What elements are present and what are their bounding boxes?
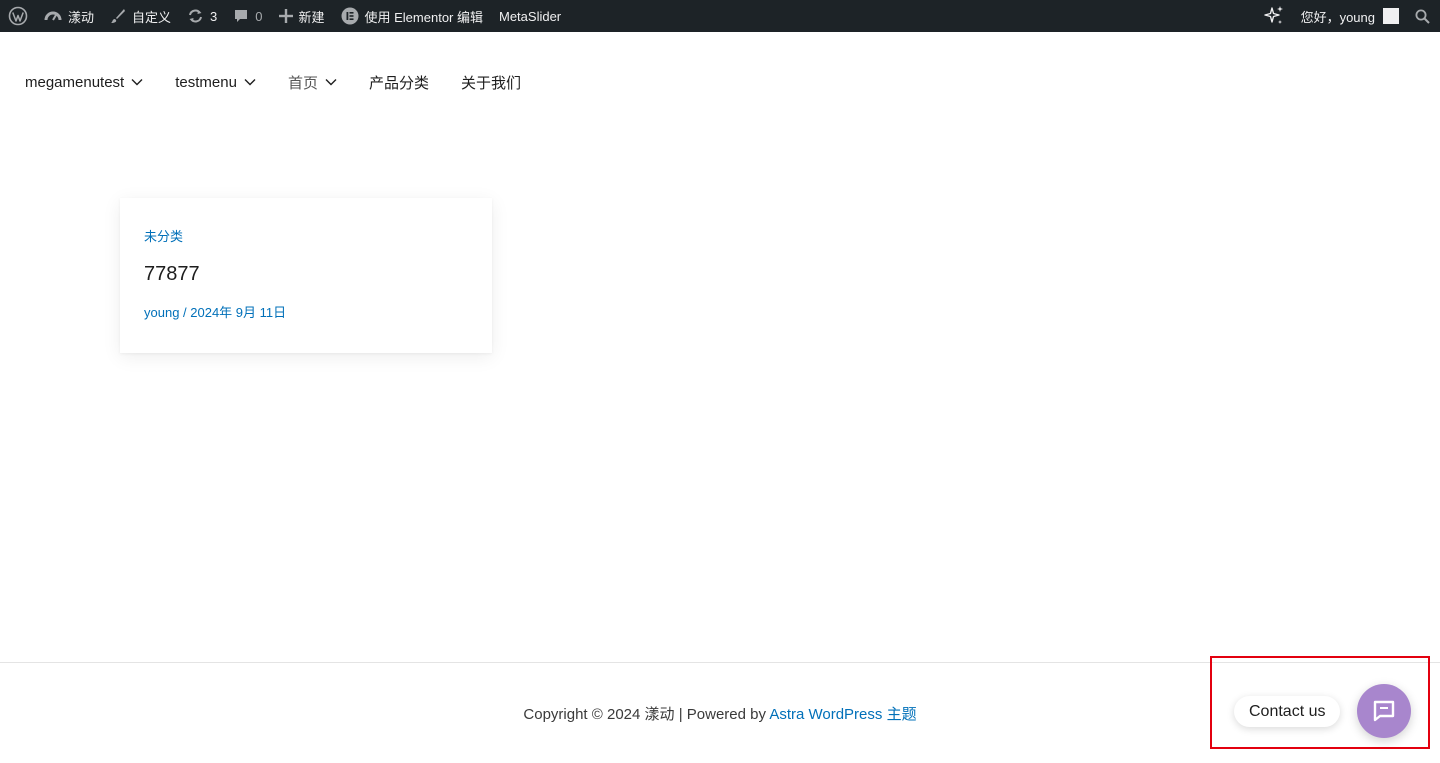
updates-count: 3 bbox=[210, 8, 218, 24]
metaslider-label: MetaSlider bbox=[499, 8, 562, 24]
chat-bubble-icon bbox=[1373, 700, 1395, 722]
nav-item-label: 关于我们 bbox=[460, 74, 521, 92]
greeting: 您好，young bbox=[1300, 9, 1375, 25]
my-account-menu[interactable]: 您好，young bbox=[1293, 0, 1407, 32]
ai-assistant-button[interactable] bbox=[1255, 0, 1293, 32]
wordpress-logo-icon[interactable] bbox=[0, 0, 36, 32]
avatar bbox=[1383, 8, 1399, 24]
post-date-link[interactable]: 2024年 9月 11日 bbox=[190, 305, 286, 320]
admin-search-button[interactable] bbox=[1407, 0, 1440, 32]
nav-item-testmenu[interactable]: testmenu bbox=[175, 74, 256, 91]
admin-bar: 漾动 自定义 3 0 新建 使用 Elementor 编辑 MetaSlider… bbox=[0, 0, 1440, 32]
chevron-down-icon bbox=[325, 79, 337, 86]
nav-item-product-categories[interactable]: 产品分类 bbox=[369, 72, 429, 93]
post-category-link[interactable]: 未分类 bbox=[144, 226, 468, 245]
theme-link[interactable]: Astra WordPress 主题 bbox=[769, 706, 916, 723]
comment-icon bbox=[235, 10, 248, 22]
contact-us-button[interactable] bbox=[1357, 684, 1411, 738]
comments-count: 0 bbox=[255, 8, 263, 24]
post-author-link[interactable]: young bbox=[144, 305, 179, 320]
comments-menu[interactable]: 0 bbox=[225, 0, 270, 32]
primary-navigation: megamenutest testmenu 首页 产品分类 关于我们 bbox=[25, 70, 553, 94]
nav-item-megamenutest[interactable]: megamenutest bbox=[25, 74, 143, 91]
post-meta: young / 2024年 9月 11日 bbox=[144, 302, 468, 321]
updates-menu[interactable]: 3 bbox=[179, 0, 225, 32]
elementor-label: 使用 Elementor 编辑 bbox=[364, 9, 483, 25]
nav-item-label: testmenu bbox=[175, 73, 237, 91]
admin-bar-secondary: 您好，young bbox=[1255, 0, 1440, 32]
meta-separator: / bbox=[179, 305, 191, 320]
refresh-icon bbox=[189, 9, 203, 23]
chevron-down-icon bbox=[131, 79, 143, 86]
nav-item-about-us[interactable]: 关于我们 bbox=[461, 72, 521, 93]
elementor-icon bbox=[341, 7, 359, 25]
customize-menu[interactable]: 自定义 bbox=[102, 0, 179, 32]
site-name: 漾动 bbox=[68, 9, 95, 25]
new-content-menu[interactable]: 新建 bbox=[271, 0, 333, 32]
search-icon bbox=[1415, 9, 1430, 24]
nav-item-label: 首页 bbox=[287, 74, 318, 92]
plus-icon bbox=[278, 9, 293, 23]
customize-label: 自定义 bbox=[132, 9, 172, 25]
nav-item-label: 产品分类 bbox=[368, 74, 429, 92]
contact-us-label[interactable]: Contact us bbox=[1234, 696, 1341, 727]
post-card: 未分类 77877 young / 2024年 9月 11日 bbox=[120, 198, 492, 353]
nav-item-label: megamenutest bbox=[25, 73, 125, 91]
brush-icon bbox=[111, 9, 126, 23]
copyright-text: Copyright © 2024 漾动 | Powered by bbox=[523, 706, 770, 723]
nav-item-home[interactable]: 首页 bbox=[288, 72, 337, 93]
new-label: 新建 bbox=[298, 9, 325, 25]
elementor-edit-menu[interactable]: 使用 Elementor 编辑 bbox=[333, 0, 491, 32]
sparkle-icon bbox=[1263, 6, 1283, 24]
chevron-down-icon bbox=[244, 79, 256, 86]
site-name-menu[interactable]: 漾动 bbox=[36, 0, 102, 32]
dashboard-icon bbox=[44, 11, 62, 21]
post-title-link[interactable]: 77877 bbox=[144, 263, 468, 286]
metaslider-menu[interactable]: MetaSlider bbox=[491, 0, 569, 32]
